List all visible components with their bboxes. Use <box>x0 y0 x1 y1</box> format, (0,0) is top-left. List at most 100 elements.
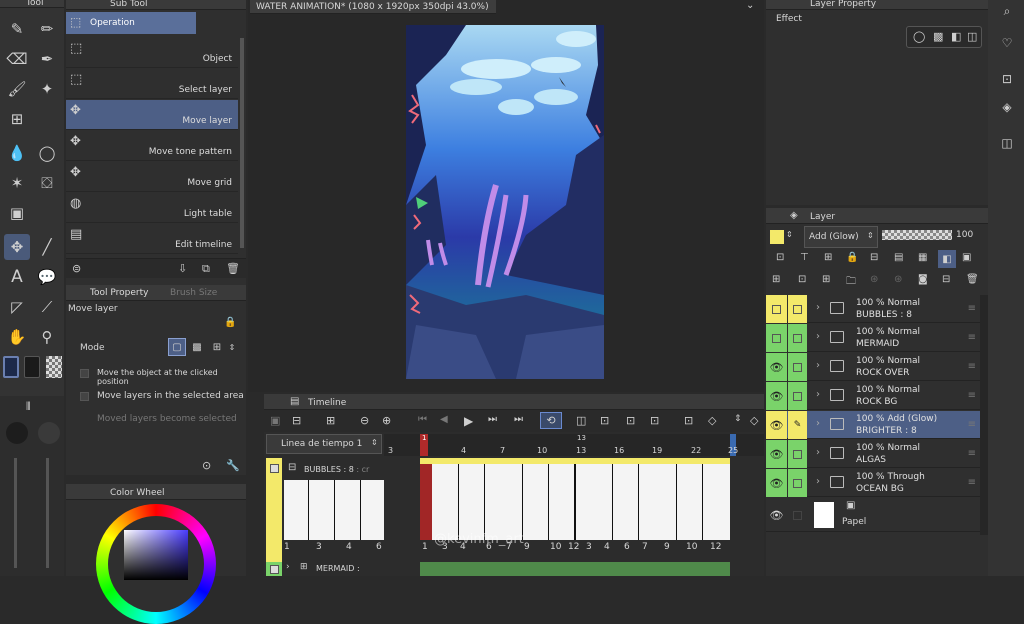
navigator-icon[interactable]: ◫ <box>996 132 1018 154</box>
chevron-right-icon[interactable]: › <box>816 302 820 313</box>
material-icon[interactable]: ♡ <box>996 32 1018 54</box>
lock-layer-icon[interactable]: 🔒 <box>846 252 858 263</box>
pencil-icon[interactable]: ✏ <box>34 16 60 42</box>
line-icon[interactable]: ╱ <box>34 234 60 260</box>
layer-color-swatch[interactable] <box>770 230 784 244</box>
wrench-icon[interactable]: 🔧 <box>226 459 240 472</box>
transparent-color-swatch[interactable] <box>46 356 62 378</box>
sub-tool-object[interactable]: ⬚ Object <box>66 38 238 68</box>
layer-color-dropdown-icon[interactable]: ⇕ <box>786 230 793 239</box>
first-frame-icon[interactable]: ⏮ <box>418 414 427 425</box>
layer-row[interactable]: 👁 › 100 % Normal ALGAS ≡ <box>766 440 980 468</box>
drag-handle-icon[interactable]: ≡ <box>968 361 976 372</box>
tab-tool-property[interactable]: Tool Property <box>90 288 148 298</box>
chevron-right-icon[interactable]: › <box>816 447 820 458</box>
slider-track-2[interactable] <box>46 458 49 568</box>
eye-icon[interactable] <box>772 333 781 343</box>
edit-lock-checkbox[interactable] <box>793 510 802 520</box>
eye-icon[interactable]: 👁 <box>766 382 787 410</box>
zoom-in-icon[interactable]: ⊕ <box>382 414 391 427</box>
timeline-select[interactable]: Linea de tiempo 1 ⇕ <box>266 434 382 454</box>
chevron-right-icon[interactable]: › <box>816 331 820 342</box>
layer-row[interactable]: › 100 % Normal BUBBLES : 8 ≡ <box>766 295 980 323</box>
slider-track[interactable] <box>14 458 17 568</box>
track-visibility-checkbox-2[interactable] <box>270 565 279 574</box>
opt-move-object-checkbox[interactable] <box>80 369 89 378</box>
sub-tool-scrollbar[interactable] <box>240 38 244 248</box>
new-raster-icon[interactable]: ⊞ <box>772 274 780 285</box>
hand-icon[interactable]: ✋ <box>4 324 30 350</box>
next-frame-icon[interactable]: ⏭ <box>488 414 497 425</box>
reference-icon[interactable]: ⊤ <box>800 252 809 263</box>
sub-color-swatch[interactable] <box>24 356 40 378</box>
sub-tool-select-layer[interactable]: ⬚ Select layer <box>66 69 238 99</box>
layer-property-icon[interactable]: ⊡ <box>996 68 1018 90</box>
sub-tool-group-tab[interactable]: ⬚ Operation <box>66 12 196 34</box>
move-layer-icon[interactable]: ✥ <box>4 234 30 260</box>
new-timeline-icon[interactable]: ▣ <box>270 414 280 427</box>
tab-brush-size[interactable]: Brush Size <box>170 288 217 298</box>
track-visibility-checkbox[interactable] <box>270 464 279 473</box>
lasso-icon[interactable]: ◯ <box>34 140 60 166</box>
zoom-out-icon[interactable]: ⊖ <box>360 414 369 427</box>
magic-wand-icon[interactable]: ✶ <box>4 170 30 196</box>
brush-size-preview-2[interactable] <box>38 422 60 444</box>
mode-dropdown-icon[interactable]: ⇕ <box>226 338 238 356</box>
prev-frame-icon[interactable]: ◀ <box>440 414 448 425</box>
sparkle-icon[interactable]: ✦ <box>34 76 60 102</box>
layer-scrollbar[interactable] <box>980 295 988 535</box>
brush-size-preview[interactable] <box>6 422 28 444</box>
drag-handle-icon[interactable]: ≡ <box>968 332 976 343</box>
blend-mode-select[interactable]: Add (Glow) ⇕ <box>804 226 878 248</box>
pen-icon[interactable]: ✎ <box>4 16 30 42</box>
canvas-tab[interactable]: WATER ANIMATION* (1080 x 1920px 350dpi 4… <box>250 0 496 14</box>
drag-handle-icon[interactable]: ≡ <box>968 303 976 314</box>
mask-enable-icon[interactable]: ▤ <box>894 252 903 263</box>
layer-row[interactable]: › 100 % Normal MERMAID ≡ <box>766 324 980 352</box>
chevron-right-icon[interactable]: › <box>816 418 820 429</box>
text-icon[interactable]: A <box>4 264 30 290</box>
layer-row[interactable]: 👁 › 100 % Through OCEAN BG ≡ <box>766 469 980 497</box>
layer-row-selected[interactable]: 👁 ✎ › 100 % Add (Glow) BRIGHTER : 8 ≡ <box>766 411 980 439</box>
search-icon[interactable]: ⌕ <box>996 0 1018 22</box>
balloon-icon[interactable]: 💬 <box>34 264 60 290</box>
sub-tool-move-grid[interactable]: ✥ Move grid <box>66 162 238 192</box>
new-vector-icon[interactable]: ⊡ <box>798 274 806 285</box>
loop-icon[interactable]: ⟲ <box>540 412 562 429</box>
new-folder-icon[interactable]: 🗀 <box>846 274 856 291</box>
new-animation-folder-icon[interactable]: ⊟ <box>292 414 301 427</box>
copy-subtool-icon[interactable]: ⇩ <box>178 262 187 275</box>
eye-icon[interactable]: 👁 <box>766 469 787 497</box>
drag-handle-icon[interactable]: ≡ <box>968 477 976 488</box>
edit-lock-checkbox[interactable] <box>793 478 802 488</box>
layer-row[interactable]: 👁 › 100 % Normal ROCK BG ≡ <box>766 382 980 410</box>
mode-object-icon[interactable]: ▢ <box>168 338 186 356</box>
new-cel-icon[interactable]: ⊞ <box>326 414 335 427</box>
expand-chevron-icon[interactable]: › <box>286 562 290 572</box>
keyframe-icon[interactable]: ◇ <box>708 414 716 427</box>
chevron-right-icon[interactable]: › <box>816 360 820 371</box>
drag-handle-icon[interactable]: ≡ <box>968 390 976 401</box>
opacity-value[interactable]: 100 <box>956 230 973 240</box>
extract-line-icon[interactable]: ◫ <box>967 30 977 43</box>
eraser-icon[interactable]: ⌫ <box>4 46 30 72</box>
light-table-icon[interactable]: ⊡ <box>600 414 609 427</box>
keyframe-dropdown-icon[interactable]: ⇕ <box>734 414 742 424</box>
edit-lock-checkbox[interactable] <box>793 391 802 401</box>
apply-mask-icon[interactable]: ⊟ <box>942 274 950 285</box>
eye-icon[interactable] <box>772 304 781 314</box>
ruler-enable-icon[interactable]: ▦ <box>918 252 927 263</box>
lock-icon[interactable]: 🔒 <box>224 317 236 328</box>
chevron-right-icon[interactable]: › <box>816 389 820 400</box>
assign-cel-icon[interactable]: ⊡ <box>626 414 635 427</box>
track-2-range[interactable] <box>420 562 730 576</box>
mask-icon[interactable]: ◙ <box>918 274 928 285</box>
main-color-swatch[interactable] <box>3 356 19 378</box>
reset-icon[interactable]: ⊙ <box>202 459 211 472</box>
track-cel-thumbnails[interactable] <box>284 480 384 540</box>
palette-color-icon[interactable]: ◧ <box>938 250 956 268</box>
duplicate-subtool-icon[interactable]: ⧉ <box>202 262 210 276</box>
frame-ruler[interactable]: 3 1 4 7 10 13 13 16 19 22 25 <box>384 434 764 456</box>
delete-layer-icon[interactable]: 🗑 <box>966 274 979 285</box>
layer-color-toggle-icon[interactable]: ▣ <box>962 252 971 263</box>
